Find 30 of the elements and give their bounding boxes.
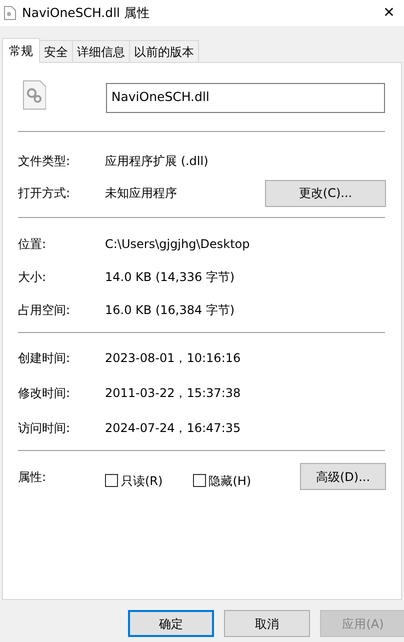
field-value: 应用程序扩展 (.dll): [105, 153, 208, 170]
dialog-button[interactable]: 取消: [224, 610, 310, 637]
tab[interactable]: 以前的版本: [129, 40, 199, 62]
dialog-button[interactable]: 确定: [128, 610, 214, 637]
window-title: NaviOneSCH.dll 属性: [22, 4, 150, 22]
field-value: 未知应用程序: [105, 185, 177, 202]
file-icon: [4, 6, 16, 20]
checkbox[interactable]: 隐藏(H): [192, 472, 252, 490]
field-value: 14.0 KB (14,336 字节): [105, 268, 235, 286]
field-label: 占用空间:: [18, 302, 72, 318]
field-value: 2024-07-24，16:47:35: [105, 420, 241, 436]
advanced-button[interactable]: 高级(D)...: [300, 463, 386, 490]
field-label: 文件类型:: [18, 153, 72, 170]
field-value: C:\Users\gjgjhg\Desktop: [105, 236, 250, 252]
field-label: 大小:: [18, 268, 48, 286]
field-label: 访问时间:: [18, 420, 72, 436]
field-label: 属性:: [18, 468, 48, 486]
close-button[interactable]: ✕: [374, 2, 404, 24]
settings-file-icon: [23, 80, 46, 110]
change-button[interactable]: 更改(C)...: [265, 180, 386, 206]
field-label: 位置:: [18, 236, 48, 252]
field-label: 修改时间:: [18, 384, 72, 402]
file-name-field[interactable]: NaviOneSCH.dll: [106, 83, 385, 113]
field-label: 打开方式:: [18, 185, 72, 202]
field-value: 2023-08-01，10:16:16: [105, 350, 241, 366]
field-label: 创建时间:: [18, 350, 72, 366]
field-value: 2011-03-22，15:37:38: [105, 384, 241, 402]
tab[interactable]: 常规: [2, 38, 40, 63]
field-value: 16.0 KB (16,384 字节): [105, 302, 235, 318]
checkbox[interactable]: 只读(R): [105, 472, 163, 490]
